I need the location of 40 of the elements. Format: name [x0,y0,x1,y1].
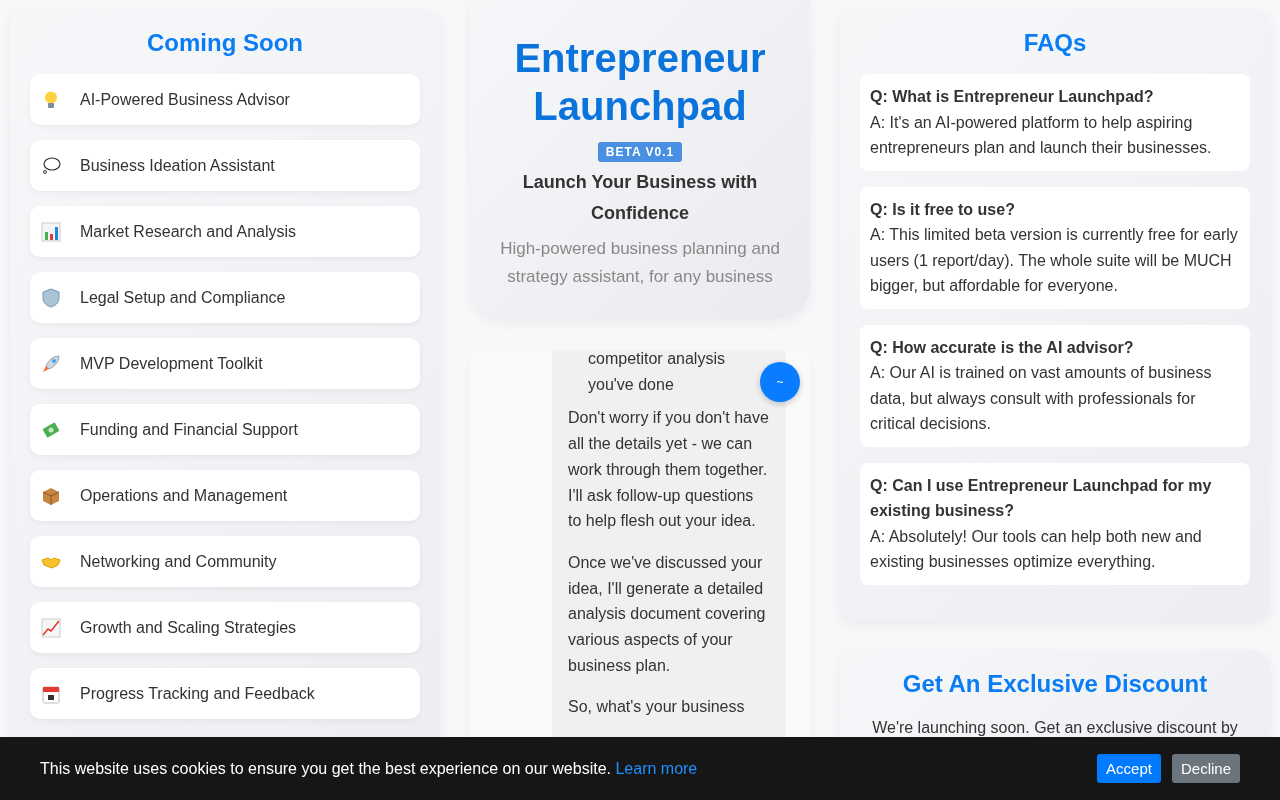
feature-item: Operations and Management [30,470,420,521]
panel-title: FAQs [1022,28,1088,58]
rocket-icon [40,352,62,375]
toggle-button[interactable]: ~ [760,362,800,402]
panel-title: Coming Soon [146,28,304,58]
faq-answer: A: Absolutely! Our tools can help both new and existing businesses optimize everything. [870,526,1203,572]
feature-item: Funding and Financial Support [30,404,420,455]
feature-item: Growth and Scaling Strategies [30,602,420,653]
learn-more-link[interactable]: Learn more [615,759,698,777]
feature-item: Progress Tracking and Feedback [30,668,420,719]
faq-answer: A: Our AI is trained on vast amounts of business data, but always consult with professionals for critical decisions. [870,363,1213,434]
message-paragraph: So, what's your business [568,697,746,718]
list-item-text: competitor analysis you've done [587,349,726,395]
discount-text: We're launching soon. Get an exclusive discount by [871,717,1239,738]
message-paragraph: Don't worry if you don't have all the details yet - we can work through them together. I'll ask follow-up questions to help flesh out your idea. [568,408,770,532]
faq-answer: A: This limited beta version is currently free for early users (1 report/day). The whole suite will be MUCH bigger, but affordable for everyone. [870,225,1239,296]
accept-button[interactable]: Accept [1097,754,1161,783]
message-paragraph: Once we've discussed your idea, I'll generate a detailed analysis document covering various aspects of your business plan. [568,552,767,676]
hero-description: High-powered business planning and strategy assistant, for any business [499,238,781,288]
faq-question: Q: How accurate is the AI advisor? [870,337,1135,358]
faq-question: Q: What is Entrepreneur Launchpad? [870,87,1155,107]
app-title: Entrepreneur Launchpad [513,35,767,130]
faq-question: Q: Can I use Entrepreneur Launchpad for my existing business? [870,475,1213,521]
decline-button[interactable]: Decline [1171,754,1240,783]
faq-answer: A: It's an AI-powered platform to help aspiring entrepreneurs plan and launch their businesses. [870,112,1213,158]
cookie-message: This website uses cookies to ensure you get the best experience on our website. Learn more [40,759,698,778]
hero-subtitle: Launch Your Business with Confidence [521,171,759,225]
bar-chart-icon [40,220,62,243]
version-badge: BETA V0.1 [597,142,683,162]
feature-item: Business Ideation Assistant [30,140,420,191]
feature-item: Market Research and Analysis [30,206,420,257]
panel-title: Get An Exclusive Discount [901,668,1209,699]
feature-item: Networking and Community [30,536,420,587]
faq-question: Q: Is it free to use? [870,199,1016,220]
feature-item: MVP Development Toolkit [30,338,420,389]
feature-item: AI-Powered Business Advisor [30,74,420,125]
shield-icon [40,286,62,309]
line-chart-icon [40,616,62,639]
feature-item: Legal Setup and Compliance [30,272,420,323]
speech-bubble-icon [40,154,62,177]
